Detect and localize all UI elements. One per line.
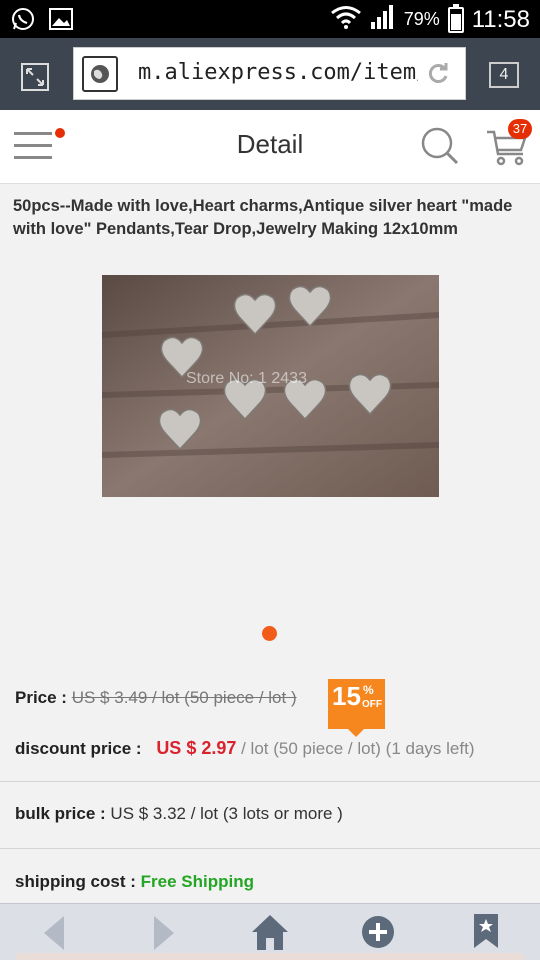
discount-badge-off: OFF <box>362 699 382 710</box>
discount-detail: / lot (50 piece / lot) (1 days left) <box>236 739 475 758</box>
back-icon[interactable] <box>40 914 68 956</box>
gallery-icon <box>48 6 74 36</box>
reload-icon[interactable] <box>425 60 451 90</box>
discount-badge: 15 % OFF <box>328 679 385 737</box>
bulk-value: US $ 3.32 / lot (3 lots or more ) <box>105 804 343 823</box>
add-icon[interactable] <box>360 914 396 954</box>
product-image[interactable]: Store No: 1 2433 <box>102 275 439 497</box>
whatsapp-icon <box>10 6 36 36</box>
browser-bottom-nav <box>0 903 540 960</box>
carousel-dot-active[interactable] <box>262 626 277 641</box>
product-title: 50pcs--Made with love,Heart charms,Antiq… <box>13 197 513 238</box>
price-label: Price : <box>15 688 67 707</box>
watermark-text: Store No: 1 2433 <box>186 370 307 387</box>
menu-icon[interactable] <box>14 132 52 160</box>
forward-icon[interactable] <box>150 914 178 956</box>
original-price: US $ 3.49 / lot (50 piece / lot ) <box>71 688 297 707</box>
search-icon[interactable] <box>420 126 460 170</box>
globe-icon <box>82 56 118 92</box>
product-detail: 50pcs--Made with love,Heart charms,Antiq… <box>0 185 540 903</box>
status-bar: 79% 11:58 <box>0 0 540 38</box>
discount-label: discount price : <box>15 739 142 758</box>
discount-amount: US $ 2.97 <box>156 738 237 758</box>
url-text[interactable]: m.aliexpress.com/item/3 <box>138 60 418 85</box>
browser-toolbar: m.aliexpress.com/item/3 4 <box>0 38 540 110</box>
url-bar[interactable]: m.aliexpress.com/item/3 <box>73 47 466 100</box>
price-row: Price : US $ 3.49 / lot (50 piece / lot … <box>15 688 297 708</box>
menu-notification-dot <box>55 128 65 138</box>
bottom-strip <box>15 953 525 960</box>
shipping-label: shipping cost : <box>15 872 136 891</box>
battery-icon <box>447 3 464 33</box>
bookmark-icon[interactable] <box>472 912 500 954</box>
shipping-value: Free Shipping <box>140 872 254 891</box>
bulk-price-row: bulk price : US $ 3.32 / lot (3 lots or … <box>15 804 343 824</box>
cart-count-badge: 37 <box>508 119 532 139</box>
expand-icon[interactable] <box>20 62 50 96</box>
clock: 11:58 <box>471 5 530 33</box>
discount-badge-number: 15 <box>332 681 361 711</box>
wifi-icon <box>330 4 362 35</box>
discount-badge-pct: % <box>363 683 374 697</box>
divider <box>0 781 540 782</box>
shipping-row[interactable]: shipping cost : Free Shipping <box>15 872 254 892</box>
signal-icon <box>370 4 396 35</box>
tabs-button[interactable]: 4 <box>489 62 519 88</box>
app-header: Detail <box>0 110 540 184</box>
battery-percent: 79% <box>403 9 440 29</box>
discount-price-row: discount price : US $ 2.97 / lot (50 pie… <box>15 738 474 759</box>
home-icon[interactable] <box>250 912 290 956</box>
divider <box>0 848 540 849</box>
bulk-label: bulk price : <box>15 804 106 823</box>
